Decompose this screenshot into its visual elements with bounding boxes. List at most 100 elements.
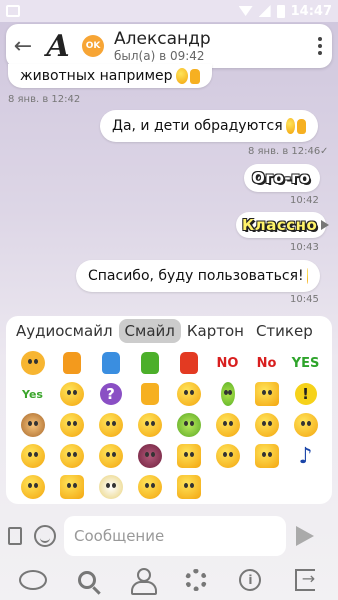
message-bubble-outgoing[interactable]: Да, и дети обрадуются xyxy=(100,110,318,142)
emoji-cell[interactable] xyxy=(170,410,207,440)
nav-settings[interactable] xyxy=(181,565,211,595)
nav-search[interactable] xyxy=(72,565,102,595)
nav-contacts[interactable] xyxy=(127,565,157,595)
nav-messages[interactable] xyxy=(18,565,48,595)
sad-emoji-icon xyxy=(137,475,162,499)
gear-icon xyxy=(185,569,208,591)
emoji-cell[interactable] xyxy=(209,410,246,440)
emoji-cell[interactable] xyxy=(170,379,207,409)
message-text: Спасибо, буду пользоваться! xyxy=(88,268,304,284)
emoji-cell[interactable]: NO xyxy=(209,348,246,378)
surprised-emoji-icon xyxy=(215,413,240,437)
message-bubble-incoming[interactable]: животных например xyxy=(8,64,212,88)
laughing-emoji-icon xyxy=(306,268,308,284)
sick-emoji-icon xyxy=(98,475,123,499)
emoji-cell[interactable]: Yes xyxy=(14,379,51,409)
thumbs-up-icon xyxy=(189,68,200,84)
emoji-cell[interactable] xyxy=(248,379,285,409)
grin-emoji-icon xyxy=(59,413,84,437)
facepalm-emoji-icon xyxy=(176,475,201,499)
thumbs-up-green-icon xyxy=(140,352,159,374)
cyclops-emoji-icon xyxy=(176,413,201,437)
gallery-icon xyxy=(6,5,20,17)
emoji-cell[interactable]: ? xyxy=(92,379,129,409)
read-check-icon: ✓ xyxy=(320,146,329,157)
scared-emoji-icon xyxy=(98,444,123,468)
contact-info[interactable]: Александр был(а) в 09:42 xyxy=(114,29,211,63)
emoji-cell[interactable] xyxy=(92,410,129,440)
emoji-toggle-icon[interactable] xyxy=(34,525,56,547)
emoji-cell[interactable] xyxy=(92,472,129,502)
ok-badge: OK xyxy=(82,35,104,57)
emoji-cell[interactable] xyxy=(209,441,246,471)
emoji-cell[interactable] xyxy=(14,472,51,502)
emoji-cell[interactable]: ♪ xyxy=(287,441,324,471)
emoji-cell[interactable]: YES xyxy=(287,348,324,378)
thumbs-up-red-icon xyxy=(179,352,198,374)
avatar[interactable]: A xyxy=(40,28,76,64)
nav-info[interactable]: i xyxy=(235,565,265,595)
message-time: 10:43 xyxy=(290,242,319,253)
emoji-cell[interactable] xyxy=(53,348,90,378)
message-text: Да, и дети обрадуются xyxy=(112,118,283,134)
sticker-message[interactable]: Ого-го xyxy=(244,164,320,192)
emoji-cell[interactable] xyxy=(131,379,168,409)
emoji-cell[interactable] xyxy=(248,410,285,440)
emoji-cell[interactable] xyxy=(131,410,168,440)
emoji-cell[interactable] xyxy=(131,348,168,378)
tab-audiosmile[interactable]: Аудиосмайл xyxy=(10,319,119,343)
lion-emoji-icon xyxy=(20,351,45,375)
user-icon xyxy=(130,568,157,595)
emoji-cell[interactable] xyxy=(14,348,51,378)
play-icon[interactable] xyxy=(321,220,330,230)
smile-emoji-icon xyxy=(59,382,84,406)
emoji-cell[interactable] xyxy=(14,441,51,471)
emoji-cell[interactable] xyxy=(53,379,90,409)
chat-header: ← A OK Александр был(а) в 09:42 xyxy=(6,24,332,68)
emoji-cell[interactable] xyxy=(170,441,207,471)
wink-emoji-icon xyxy=(137,413,162,437)
yes-word-icon: Yes xyxy=(22,387,43,401)
chat-bubble-icon xyxy=(19,570,48,590)
tab-cartoon[interactable]: Картон xyxy=(181,319,250,343)
devil-emoji-icon xyxy=(98,413,123,437)
tab-smile[interactable]: Смайл xyxy=(118,319,181,343)
more-vertical-icon[interactable] xyxy=(308,37,332,55)
nav-exit[interactable] xyxy=(290,565,320,595)
peeking-emoji-icon xyxy=(254,382,279,406)
emoji-cell[interactable] xyxy=(53,472,90,502)
arrow-left-icon: ← xyxy=(13,33,33,59)
emoji-cell[interactable] xyxy=(14,410,51,440)
emoji-cell[interactable]: ! xyxy=(287,379,324,409)
emoji-cell[interactable] xyxy=(209,379,246,409)
emoji-cell[interactable] xyxy=(170,472,207,502)
hug-emoji-icon xyxy=(20,475,45,499)
input-bar xyxy=(0,514,338,558)
attach-document-icon[interactable] xyxy=(8,527,22,545)
back-button[interactable]: ← xyxy=(6,24,40,68)
emoji-cell[interactable] xyxy=(131,441,168,471)
emoji-cell[interactable] xyxy=(287,410,324,440)
emoji-cell[interactable] xyxy=(53,410,90,440)
emoji-cell[interactable] xyxy=(170,348,207,378)
meh-emoji-icon xyxy=(293,413,318,437)
message-time: 8 янв. в 12:46 xyxy=(248,146,321,157)
big-grin-emoji-icon xyxy=(20,444,45,468)
message-time: 10:42 xyxy=(290,195,319,206)
emoji-cell[interactable] xyxy=(131,472,168,502)
laughing-emoji-icon xyxy=(285,118,296,134)
status-clock: 14:47 xyxy=(290,3,332,19)
status-bar: 14:47 xyxy=(0,0,338,22)
message-bubble-outgoing[interactable]: Спасибо, буду пользоваться! xyxy=(76,260,320,292)
send-icon[interactable] xyxy=(296,526,314,546)
emoji-cell[interactable] xyxy=(53,441,90,471)
emoji-cell[interactable] xyxy=(92,441,129,471)
emoji-cell[interactable] xyxy=(92,348,129,378)
sticker-text: Ого-го xyxy=(252,169,311,187)
no-word-icon: NO xyxy=(216,355,239,371)
message-input[interactable] xyxy=(64,516,286,556)
sticker-message[interactable]: Классно xyxy=(236,212,330,238)
emoji-cell[interactable] xyxy=(248,441,285,471)
tab-sticker[interactable]: Стикер xyxy=(250,319,319,343)
emoji-cell[interactable]: No xyxy=(248,348,285,378)
